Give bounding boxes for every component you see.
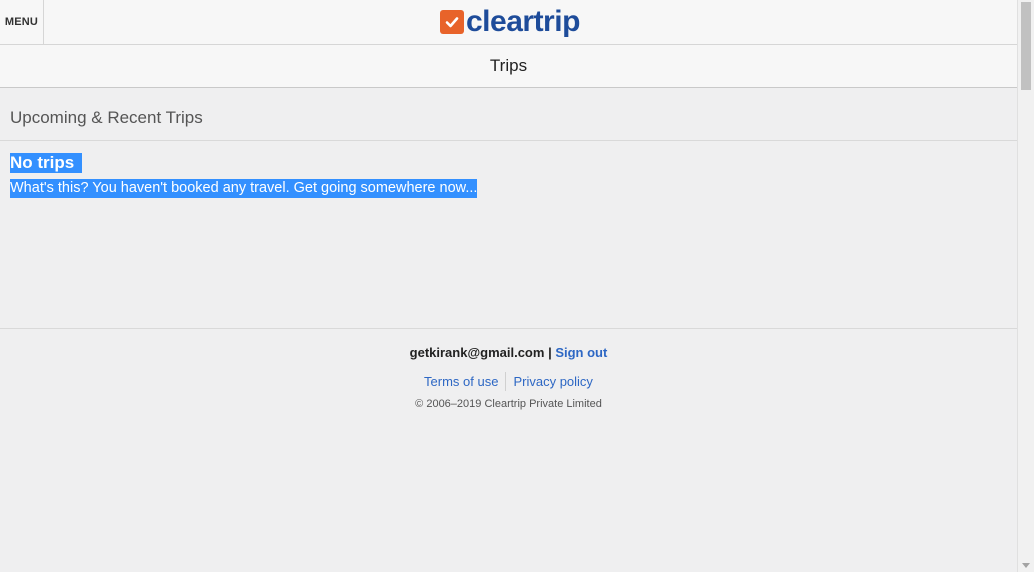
scroll-down-arrow-icon[interactable] xyxy=(1022,563,1030,568)
title-bar: Trips xyxy=(0,45,1017,88)
menu-button[interactable]: MENU xyxy=(0,0,44,44)
no-trips-message: What's this? You haven't booked any trav… xyxy=(10,179,478,198)
main-content: MENU cleartrip Trips Upcoming & Recent T… xyxy=(0,0,1017,572)
divider xyxy=(0,140,1017,141)
sign-out-link[interactable]: Sign out xyxy=(555,345,607,360)
account-info: getkirank@gmail.com | Sign out xyxy=(0,345,1017,360)
page: MENU cleartrip Trips Upcoming & Recent T… xyxy=(0,0,1034,572)
scrollbar-thumb[interactable] xyxy=(1021,2,1031,90)
account-email: getkirank@gmail.com xyxy=(409,345,545,360)
page-title: Trips xyxy=(489,56,528,75)
cleartrip-logo[interactable]: cleartrip xyxy=(440,5,580,39)
vertical-scrollbar[interactable] xyxy=(1017,0,1034,572)
privacy-policy-link[interactable]: Privacy policy xyxy=(506,372,599,391)
top-bar: MENU cleartrip xyxy=(0,0,1017,45)
account-separator: | xyxy=(548,345,552,360)
logo-text: cleartrip xyxy=(466,5,580,38)
terms-of-use-link[interactable]: Terms of use xyxy=(417,372,505,391)
no-trips-title: No trips xyxy=(10,153,83,173)
footer-links: Terms of use Privacy policy xyxy=(0,372,1017,391)
check-icon xyxy=(440,10,464,34)
footer-divider xyxy=(0,328,1017,329)
trips-heading: Upcoming & Recent Trips xyxy=(10,108,203,127)
copyright: © 2006–2019 Cleartrip Private Limited xyxy=(415,398,602,410)
